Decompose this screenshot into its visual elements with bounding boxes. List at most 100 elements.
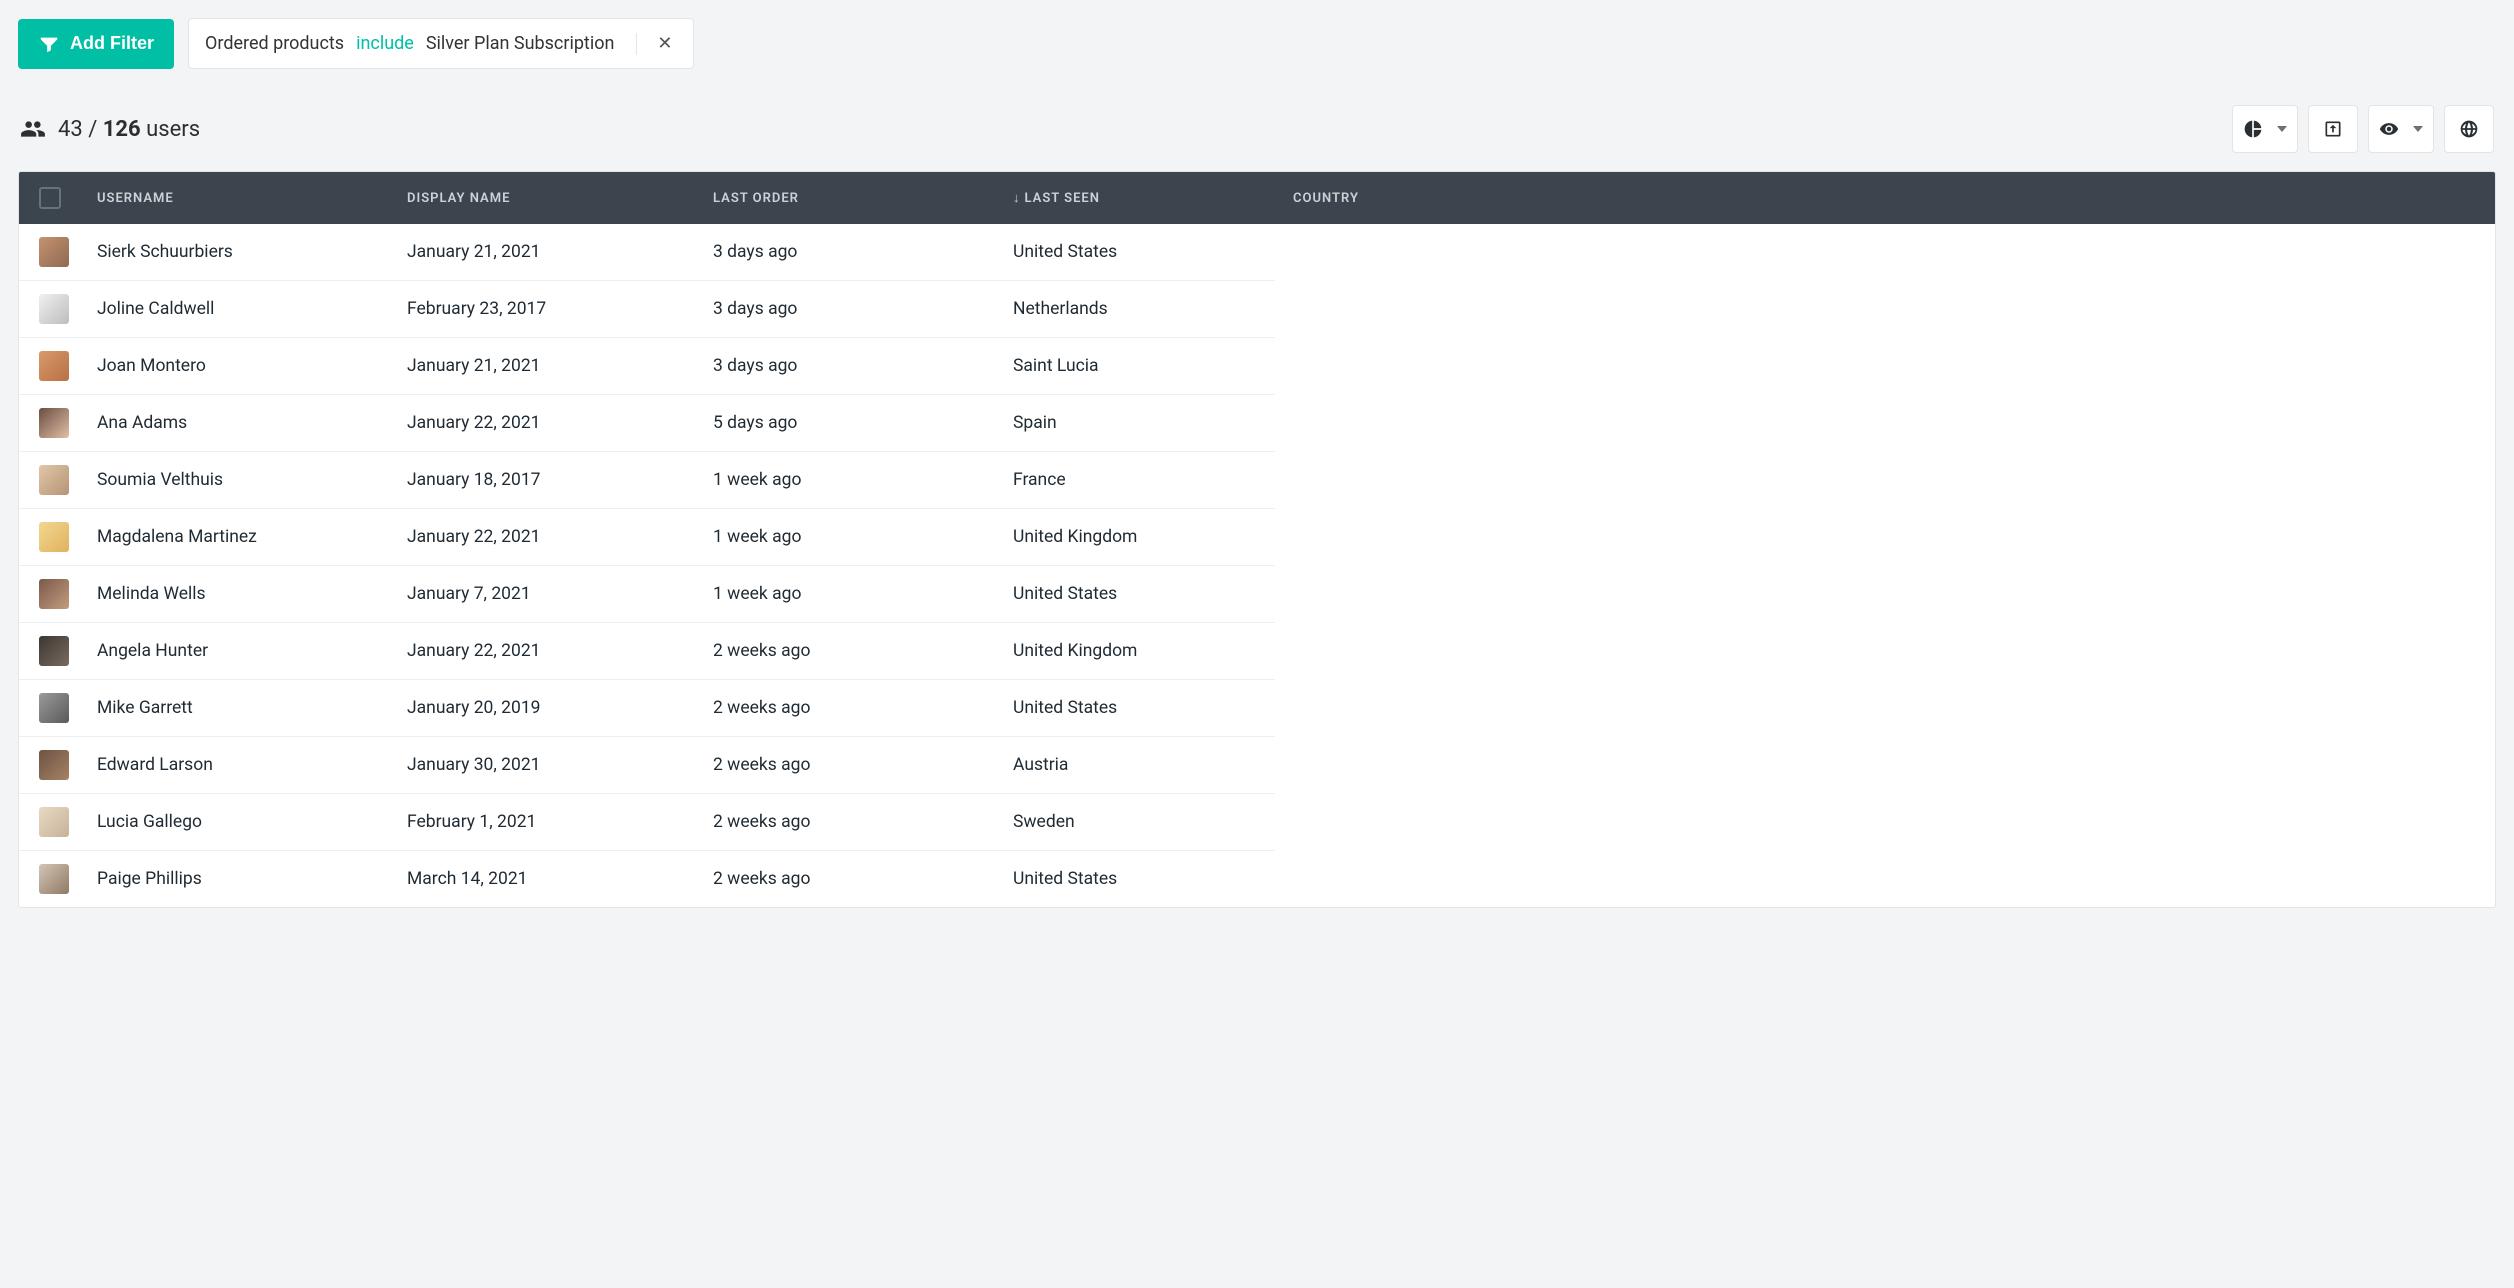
- filter-chip-prefix: Ordered products: [205, 33, 344, 54]
- table-header-row: USERNAME DISPLAY NAME LAST ORDER ↓LAST S…: [19, 172, 2495, 224]
- column-header-last-order[interactable]: LAST ORDER: [695, 172, 995, 224]
- cell-last-seen: 2 weeks ago: [695, 736, 995, 793]
- table-row[interactable]: lazytiger337Lucia GallegoFebruary 1, 202…: [19, 793, 2495, 850]
- cell-username: smallostrich419: [19, 565, 79, 622]
- cell-country: Netherlands: [995, 280, 1275, 337]
- cell-country: United States: [995, 850, 1275, 907]
- cell-country: Austria: [995, 736, 1275, 793]
- cell-country: Sweden: [995, 793, 1275, 850]
- avatar: [39, 294, 69, 324]
- cell-username: browndog542: [19, 850, 79, 907]
- column-header-username[interactable]: USERNAME: [79, 172, 389, 224]
- table-row[interactable]: organicfrog492Edward LarsonJanuary 30, 2…: [19, 736, 2495, 793]
- filtered-count: 43: [58, 117, 83, 142]
- cell-display-name: Sierk Schuurbiers: [79, 224, 389, 280]
- eye-icon: [2379, 119, 2399, 139]
- avatar: [39, 636, 69, 666]
- cell-username: lazytiger337: [19, 793, 79, 850]
- close-icon[interactable]: ✕: [653, 31, 676, 56]
- cell-last-order: February 23, 2017: [389, 280, 695, 337]
- column-header-country[interactable]: COUNTRY: [1275, 172, 2495, 224]
- filter-icon: [38, 33, 60, 55]
- table-row[interactable]: organicwolf214Mike GarrettJanuary 20, 20…: [19, 679, 2495, 736]
- cell-username: bluemeercat818: [19, 451, 79, 508]
- cell-last-seen: 2 weeks ago: [695, 679, 995, 736]
- cell-username: lazygorilla149: [19, 224, 79, 280]
- cell-last-order: January 22, 2021: [389, 394, 695, 451]
- table-row[interactable]: smallwolf702Ana AdamsJanuary 22, 20215 d…: [19, 394, 2495, 451]
- avatar: [39, 579, 69, 609]
- cell-username: smallwolf702: [19, 394, 79, 451]
- meta-row: 43 / 126 users: [18, 105, 2496, 153]
- table-row[interactable]: purplefish790Magdalena MartinezJanuary 2…: [19, 508, 2495, 565]
- cell-display-name: Angela Hunter: [79, 622, 389, 679]
- cell-last-seen: 2 weeks ago: [695, 793, 995, 850]
- table-row[interactable]: smallostrich419Melinda WellsJanuary 7, 2…: [19, 565, 2495, 622]
- cell-display-name: Mike Garrett: [79, 679, 389, 736]
- cell-last-order: March 14, 2021: [389, 850, 695, 907]
- add-filter-label: Add Filter: [70, 33, 154, 54]
- table-row[interactable]: beautifulfish859Joline CaldwellFebruary …: [19, 280, 2495, 337]
- cell-display-name: Lucia Gallego: [79, 793, 389, 850]
- toolbar: [2232, 105, 2494, 153]
- table-row[interactable]: lazygorilla149Sierk SchuurbiersJanuary 2…: [19, 224, 2495, 280]
- cell-last-seen: 3 days ago: [695, 337, 995, 394]
- add-filter-button[interactable]: Add Filter: [18, 19, 174, 69]
- table-row[interactable]: brownbear112Angela HunterJanuary 22, 202…: [19, 622, 2495, 679]
- avatar: [39, 237, 69, 267]
- filter-chip-value: Silver Plan Subscription: [426, 33, 615, 54]
- visibility-button[interactable]: [2368, 105, 2434, 153]
- count-separator: /: [88, 117, 97, 142]
- cell-country: Saint Lucia: [995, 337, 1275, 394]
- cell-country: United States: [995, 224, 1275, 280]
- users-table: USERNAME DISPLAY NAME LAST ORDER ↓LAST S…: [18, 171, 2496, 908]
- cell-last-order: January 18, 2017: [389, 451, 695, 508]
- filter-chip[interactable]: Ordered products include Silver Plan Sub…: [188, 18, 694, 69]
- table-row[interactable]: browndog542Paige PhillipsMarch 14, 20212…: [19, 850, 2495, 907]
- export-button[interactable]: [2308, 105, 2358, 153]
- cell-last-seen: 3 days ago: [695, 280, 995, 337]
- user-count: 43 / 126 users: [20, 116, 200, 142]
- cell-username: organicfrog492: [19, 736, 79, 793]
- cell-display-name: Edward Larson: [79, 736, 389, 793]
- table-row[interactable]: lazyfrog231Joan MonteroJanuary 21, 20213…: [19, 337, 2495, 394]
- export-icon: [2323, 119, 2343, 139]
- cell-username: purplefish790: [19, 508, 79, 565]
- avatar: [39, 693, 69, 723]
- chevron-down-icon: [2413, 124, 2423, 134]
- avatar: [39, 408, 69, 438]
- cell-country: Spain: [995, 394, 1275, 451]
- cell-last-seen: 1 week ago: [695, 508, 995, 565]
- cell-last-seen: 3 days ago: [695, 224, 995, 280]
- column-header-last-seen-label: LAST SEEN: [1025, 191, 1100, 206]
- filter-chip-operator: include: [356, 33, 414, 54]
- avatar: [39, 864, 69, 894]
- cell-country: United Kingdom: [995, 508, 1275, 565]
- cell-last-order: January 21, 2021: [389, 337, 695, 394]
- cell-last-order: January 30, 2021: [389, 736, 695, 793]
- avatar: [39, 750, 69, 780]
- select-all-checkbox[interactable]: [39, 187, 61, 209]
- cell-last-seen: 2 weeks ago: [695, 850, 995, 907]
- chart-button[interactable]: [2232, 105, 2298, 153]
- globe-icon: [2459, 119, 2479, 139]
- avatar: [39, 351, 69, 381]
- globe-button[interactable]: [2444, 105, 2494, 153]
- count-label: users: [146, 117, 200, 142]
- users-icon: [20, 116, 46, 142]
- column-header-checkbox: [19, 172, 79, 224]
- divider: [636, 33, 637, 55]
- cell-country: France: [995, 451, 1275, 508]
- cell-display-name: Ana Adams: [79, 394, 389, 451]
- column-header-last-seen[interactable]: ↓LAST SEEN: [995, 172, 1275, 224]
- cell-last-order: January 7, 2021: [389, 565, 695, 622]
- cell-last-seen: 1 week ago: [695, 565, 995, 622]
- avatar: [39, 522, 69, 552]
- cell-last-seen: 2 weeks ago: [695, 622, 995, 679]
- column-header-display-name[interactable]: DISPLAY NAME: [389, 172, 695, 224]
- cell-display-name: Paige Phillips: [79, 850, 389, 907]
- cell-country: United Kingdom: [995, 622, 1275, 679]
- avatar: [39, 465, 69, 495]
- cell-display-name: Soumia Velthuis: [79, 451, 389, 508]
- table-row[interactable]: bluemeercat818Soumia VelthuisJanuary 18,…: [19, 451, 2495, 508]
